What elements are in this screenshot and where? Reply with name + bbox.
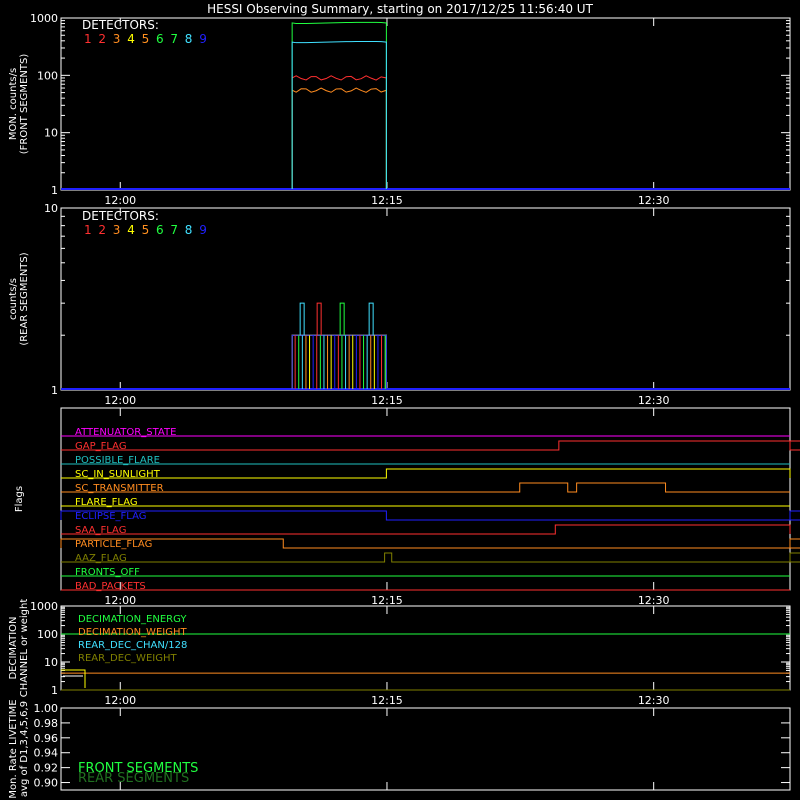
rear-panel-y-tick-label: 1 <box>51 384 58 397</box>
flag-trace-particle_flag <box>60 538 800 549</box>
flags-panel-y-label: Flags <box>14 486 25 512</box>
flag-label-sc_in_sunlight: SC_IN_SUNLIGHT <box>75 469 161 480</box>
flag-label-eclipse_flag: ECLIPSE_FLAG <box>75 511 146 522</box>
rear-panel-legend-detector-9: 9 <box>199 223 207 237</box>
svg-text:counts/s: counts/s <box>8 278 19 320</box>
front-panel-legend-title: DETECTORS: <box>82 18 159 32</box>
flag-label-fronts_off: FRONTS_OFF <box>75 567 140 578</box>
rear-count-spike <box>299 302 305 336</box>
svg-text:MON. counts/s: MON. counts/s <box>8 68 19 140</box>
decimation-legend-rear-dec-weight: REAR_DEC_WEIGHT <box>78 653 177 664</box>
svg-text:(REAR SEGMENTS): (REAR SEGMENTS) <box>19 252 30 345</box>
livetime-y-tick-label: 0.96 <box>34 732 59 745</box>
rear-panel-x-tick-label: 12:00 <box>104 394 136 407</box>
decimation-legend-decimation-energy: DECIMATION_ENERGY <box>78 614 187 625</box>
svg-text:Mon. Rate LIVETIME: Mon. Rate LIVETIME <box>8 699 19 798</box>
livetime-y-tick-label: 0.90 <box>34 777 59 790</box>
rear-panel-x-tick-label: 12:15 <box>371 394 403 407</box>
flag-trace-saa_flag <box>61 524 791 535</box>
front-panel-y-tick-label: 1 <box>51 184 58 197</box>
rear-panel-legend-detector-8: 8 <box>185 223 193 237</box>
front-panel-x-tick-label: 12:30 <box>638 194 670 207</box>
front-panel-x-tick-label: 12:15 <box>371 194 403 207</box>
decimation-panel-x-tick-label: 12:15 <box>371 694 403 707</box>
flag-trace-sc_in_sunlight <box>61 468 791 479</box>
front-panel-y-tick-label: 1000 <box>30 12 58 25</box>
chart-title: HESSI Observing Summary, starting on 201… <box>207 2 593 16</box>
svg-text:avg of D1,3,4,5,6,9: avg of D1,3,4,5,6,9 <box>19 701 30 797</box>
flag-label-bad_packets: BAD_PACKETS <box>75 581 146 592</box>
flag-label-possible_flare: POSSIBLE_FLARE <box>75 455 160 466</box>
svg-text:DECIMATION: DECIMATION <box>8 616 19 679</box>
flag-label-particle_flag: PARTICLE_FLAG <box>75 539 152 550</box>
rear-panel-legend-detector-3: 3 <box>113 223 121 237</box>
flag-label-attenuator_state: ATTENUATOR_STATE <box>75 427 176 438</box>
svg-text:Flags: Flags <box>14 486 25 512</box>
summary-plot-window: HESSI Observing Summary, starting on 201… <box>0 0 800 800</box>
flags-panel-x-tick-label: 12:15 <box>371 594 403 607</box>
front-series-det3 <box>291 87 387 189</box>
front-series-det6 <box>291 21 387 189</box>
front-panel-legend-detector-8: 8 <box>185 32 193 46</box>
rear-panel-legend-detector-5: 5 <box>142 223 150 237</box>
flag-label-sc_transmitter: SC_TRANSMITTER <box>75 483 164 494</box>
flags-panel-x-tick-label: 12:30 <box>638 594 670 607</box>
decimation-panel-y-tick-label: 10 <box>44 656 58 669</box>
rear-panel-legend-detector-7: 7 <box>170 223 178 237</box>
flag-trace-aaz_flag <box>61 552 800 563</box>
flag-trace-eclipse_flag <box>60 510 800 521</box>
front-panel-legend-detector-5: 5 <box>142 32 150 46</box>
rear-panel-legend-detector-1: 1 <box>84 223 92 237</box>
livetime-panel-y-label: Mon. Rate LIVETIME avg of D1,3,4,5,6,9 <box>8 699 30 798</box>
front-panel-legend-detector-3: 3 <box>113 32 121 46</box>
rear-panel-legend-title: DETECTORS: <box>82 209 159 223</box>
front-panel-legend-detector-2: 2 <box>98 32 106 46</box>
rear-count-spike <box>316 302 322 336</box>
front-panel-legend-detector-9: 9 <box>199 32 207 46</box>
decimation-legend-rear-dec-chan-128: REAR_DEC_CHAN/128 <box>78 640 187 651</box>
rear-panel-y-label: counts/s (REAR SEGMENTS) <box>8 252 30 345</box>
rear-count-spike <box>339 302 345 336</box>
decimation-panel-x-tick-label: 12:30 <box>638 694 670 707</box>
rear-panel-x-tick-label: 12:30 <box>638 394 670 407</box>
flag-trace-sc_transmitter <box>61 482 790 493</box>
front-panel-y-tick-label: 100 <box>37 69 58 82</box>
decimation-panel-x-tick-label: 12:00 <box>104 694 136 707</box>
front-series-det1 <box>291 75 387 189</box>
flags-panel-x-tick-label: 12:00 <box>104 594 136 607</box>
front-panel-y-label: MON. counts/s (FRONT SEGMENTS) <box>8 54 30 155</box>
decimation-panel-y-tick-label: 100 <box>37 628 58 641</box>
rear-panel-legend-detector-4: 4 <box>127 223 135 237</box>
decimation-panel-y-tick-label: 1 <box>51 684 58 697</box>
svg-text:CHANNEL or weight: CHANNEL or weight <box>19 599 30 698</box>
front-panel-legend-detector-4: 4 <box>127 32 135 46</box>
front-panel-legend-detector-6: 6 <box>156 32 164 46</box>
front-panel-legend-detector-1: 1 <box>84 32 92 46</box>
rear-panel-legend-detector-2: 2 <box>98 223 106 237</box>
decimation-panel-y-tick-label: 1000 <box>30 600 58 613</box>
front-series-det8 <box>291 40 387 189</box>
front-panel-legend-detector-7: 7 <box>170 32 178 46</box>
livetime-y-tick-label: 1.00 <box>34 702 59 715</box>
livetime-y-tick-label: 0.92 <box>34 762 59 775</box>
front-panel-y-tick-label: 10 <box>44 127 58 140</box>
flag-trace-gap_flag <box>61 440 800 451</box>
livetime-y-tick-label: 0.94 <box>34 747 59 760</box>
flag-label-aaz_flag: AAZ_FLAG <box>75 553 127 564</box>
rear-count-spike <box>368 302 374 336</box>
flag-label-flare_flag: FLARE_FLAG <box>75 497 138 508</box>
svg-text:(FRONT SEGMENTS): (FRONT SEGMENTS) <box>19 54 30 155</box>
flag-label-gap_flag: GAP_FLAG <box>75 441 127 452</box>
rear-panel-y-tick-label: 10 <box>44 202 58 215</box>
decimation-panel-y-label: DECIMATION CHANNEL or weight <box>8 599 30 698</box>
flag-label-saa_flag: SAA_FLAG <box>75 525 126 536</box>
front-panel-x-tick-label: 12:00 <box>104 194 136 207</box>
livetime-y-tick-label: 0.98 <box>34 717 59 730</box>
livetime-legend-rear-segments: REAR SEGMENTS <box>78 771 189 786</box>
rear-panel-legend-detector-6: 6 <box>156 223 164 237</box>
decimation-legend-decimation-weight: DECIMATION_WEIGHT <box>78 627 187 638</box>
hessi-summary-chart: HESSI Observing Summary, starting on 201… <box>8 2 800 799</box>
